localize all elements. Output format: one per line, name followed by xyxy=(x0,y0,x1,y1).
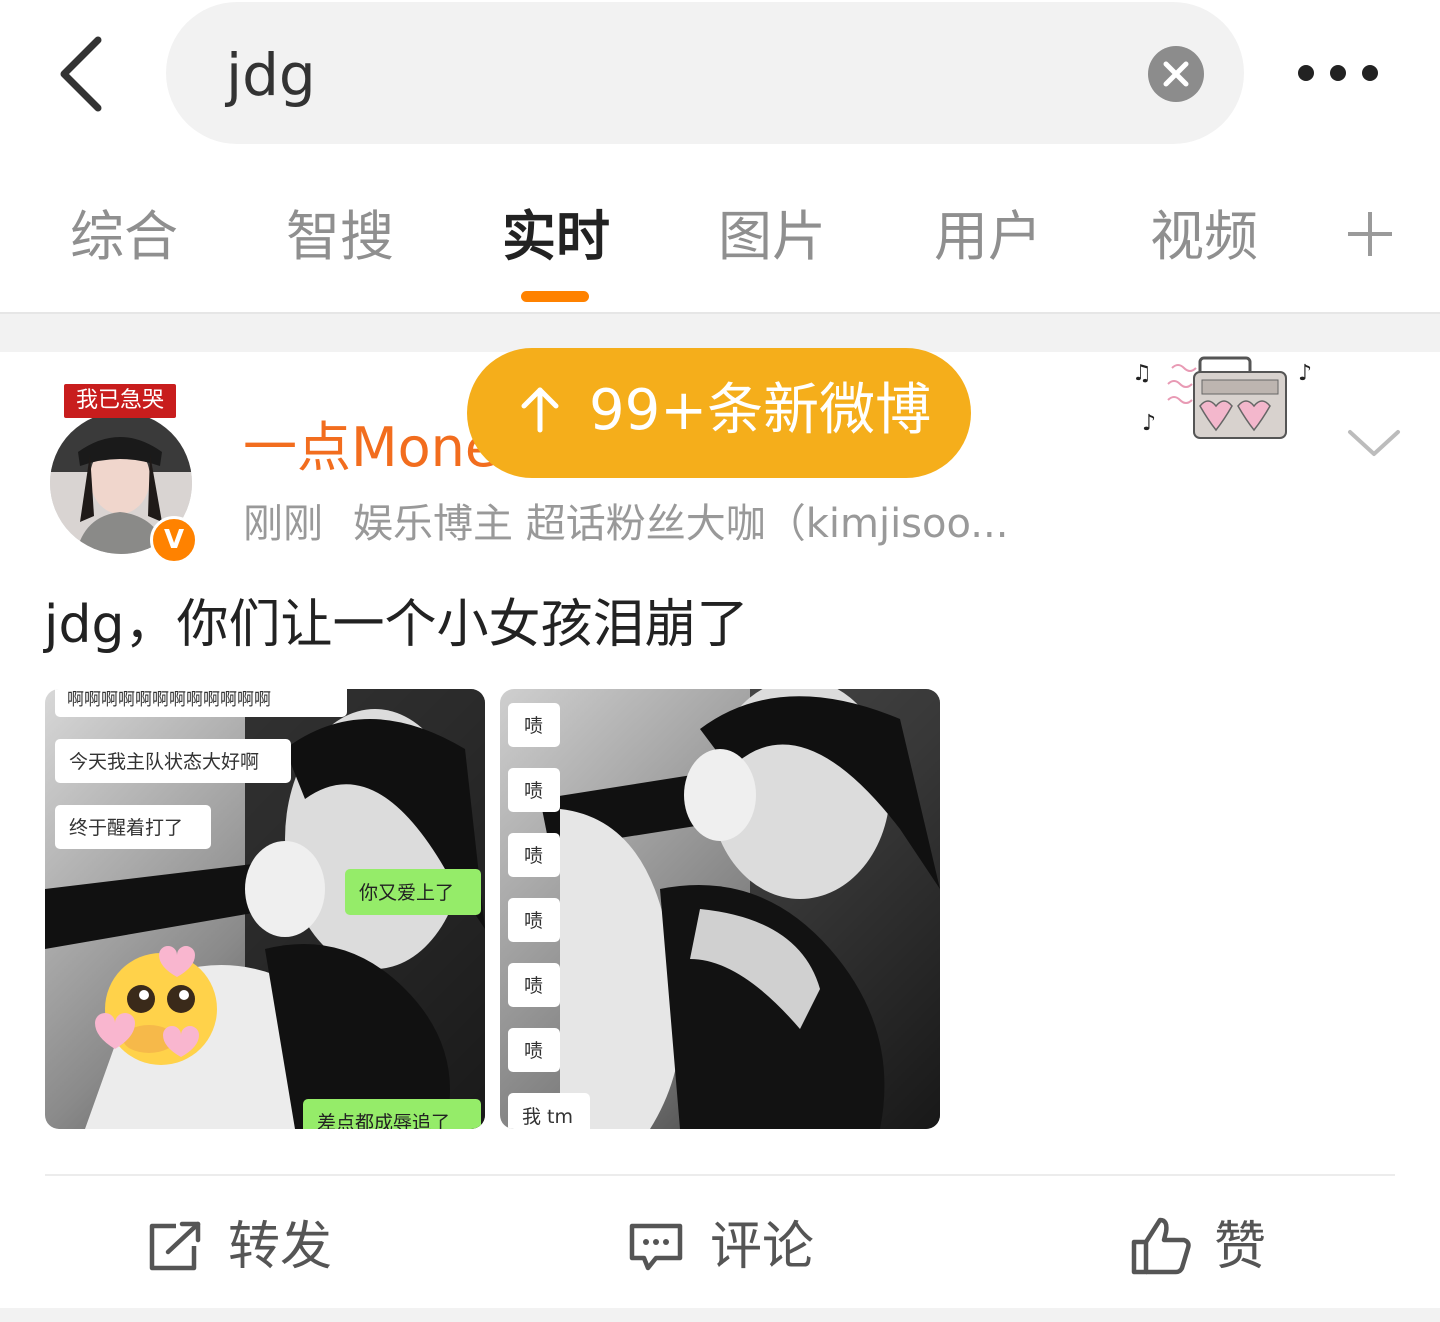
clear-search-icon[interactable] xyxy=(1148,46,1204,102)
tab-images[interactable]: 图片 xyxy=(718,202,826,272)
back-icon[interactable] xyxy=(52,32,122,116)
user-tag: 我已急哭 xyxy=(64,384,176,418)
comment-label: 评论 xyxy=(710,1217,815,1277)
verified-badge-icon: V xyxy=(150,516,198,564)
image1-bubble-5: 差点都成辱追了 xyxy=(317,1112,450,1129)
tab-videos[interactable]: 视频 xyxy=(1150,202,1258,272)
tab-smart-search[interactable]: 智搜 xyxy=(286,202,394,272)
avatar[interactable]: 我已急哭 V xyxy=(50,384,198,564)
image1-bubble-2: 今天我主队状态大好啊 xyxy=(69,751,259,773)
thumbs-up-icon xyxy=(1131,1217,1191,1275)
image2-bubble-5: 啧 xyxy=(524,975,543,997)
username[interactable]: 一点Mone xyxy=(243,416,498,480)
image1-bubble-3: 终于醒着打了 xyxy=(69,817,183,839)
search-query[interactable]: jdg xyxy=(226,40,316,110)
post-image-1[interactable]: 啊啊啊啊啊啊啊啊啊啊啊啊 今天我主队状态大好啊 终于醒着打了 你又爱上了 差点都… xyxy=(45,689,485,1129)
arrow-up-icon xyxy=(519,384,561,434)
post-meta: 刚刚 娱乐博主 超话粉丝大咖（kimjisoo... xyxy=(243,498,1008,550)
image1-bubble-4: 你又爱上了 xyxy=(359,882,454,904)
like-label: 赞 xyxy=(1214,1217,1267,1277)
image2-bubble-2: 啧 xyxy=(524,780,543,802)
chevron-down-icon[interactable] xyxy=(1346,428,1402,458)
repost-icon xyxy=(149,1221,201,1271)
top-bar: jdg xyxy=(0,0,1440,160)
user-description: 娱乐博主 超话粉丝大咖（kimjisoo... xyxy=(353,501,1009,547)
image2-bubble-4: 啧 xyxy=(524,910,543,932)
more-options-icon[interactable] xyxy=(1290,56,1390,90)
post-card[interactable]: 我已急哭 V 一点Mone 刚刚 娱乐博主 超话粉丝大咖（kimjisoo... … xyxy=(0,348,1440,1310)
divider xyxy=(45,1174,1395,1176)
like-button[interactable]: 赞 xyxy=(1130,1212,1280,1282)
post-image-2[interactable]: 啧 啧 啧 啧 啧 啧 我 tm xyxy=(500,689,940,1129)
post-text: jdg，你们让一个小女孩泪崩了 xyxy=(44,595,749,655)
tab-users[interactable]: 用户 xyxy=(934,202,1042,272)
svg-text:♪: ♪ xyxy=(1298,361,1312,386)
image2-bubble-7: 我 tm xyxy=(522,1106,573,1128)
tab-bar: 综合 智搜 实时 图片 用户 视频 xyxy=(0,170,1440,310)
new-posts-label: 99+条新微博 xyxy=(589,378,932,443)
post-actions: 转发 评论 赞 xyxy=(0,1192,1440,1302)
image2-bubble-3: 啧 xyxy=(524,845,543,867)
image2-bubble-6: 啧 xyxy=(524,1040,543,1062)
comment-button[interactable]: 评论 xyxy=(626,1212,826,1282)
svg-text:♪: ♪ xyxy=(1142,411,1156,436)
svg-text:♫: ♫ xyxy=(1132,361,1152,386)
image2-bubble-1: 啧 xyxy=(524,715,543,737)
section-separator xyxy=(0,314,1440,352)
comment-icon xyxy=(629,1223,683,1271)
boombox-decoration-icon: ♫ ♪ ♪ xyxy=(1128,354,1328,446)
add-tab-icon[interactable] xyxy=(1344,208,1396,260)
post-time: 刚刚 xyxy=(243,501,323,547)
section-separator xyxy=(0,1308,1440,1322)
image1-bubble-1: 啊啊啊啊啊啊啊啊啊啊啊啊 xyxy=(67,690,271,710)
new-posts-button[interactable]: 99+条新微博 xyxy=(467,348,971,478)
repost-button[interactable]: 转发 xyxy=(146,1212,346,1282)
active-tab-indicator xyxy=(521,291,589,302)
repost-label: 转发 xyxy=(228,1217,333,1277)
tab-realtime[interactable]: 实时 xyxy=(502,202,610,272)
tab-comprehensive[interactable]: 综合 xyxy=(70,202,178,272)
search-input[interactable]: jdg xyxy=(166,2,1244,144)
